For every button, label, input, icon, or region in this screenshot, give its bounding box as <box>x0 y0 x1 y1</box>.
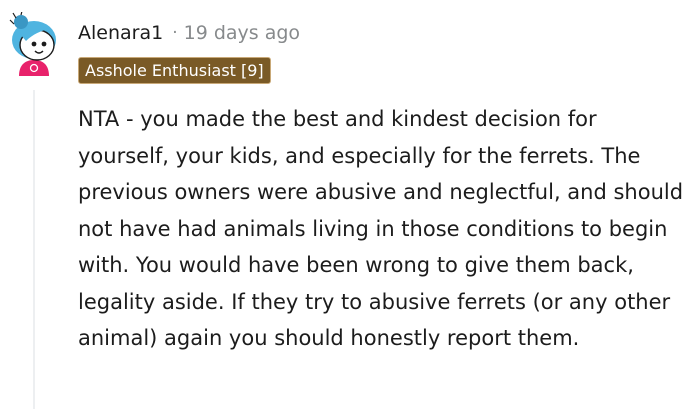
comment-body: NTA - you made the best and kindest deci… <box>78 107 684 350</box>
comment-meta: Alenara1 · 19 days ago <box>78 19 300 47</box>
comment-author[interactable]: Alenara1 <box>78 22 163 44</box>
snoo-avatar-icon[interactable] <box>8 12 60 76</box>
meta-separator: · <box>172 23 178 43</box>
comment-timestamp[interactable]: 19 days ago <box>184 22 300 44</box>
thread-line[interactable] <box>33 90 35 409</box>
user-flair: Asshole Enthusiast [9] <box>78 57 271 84</box>
